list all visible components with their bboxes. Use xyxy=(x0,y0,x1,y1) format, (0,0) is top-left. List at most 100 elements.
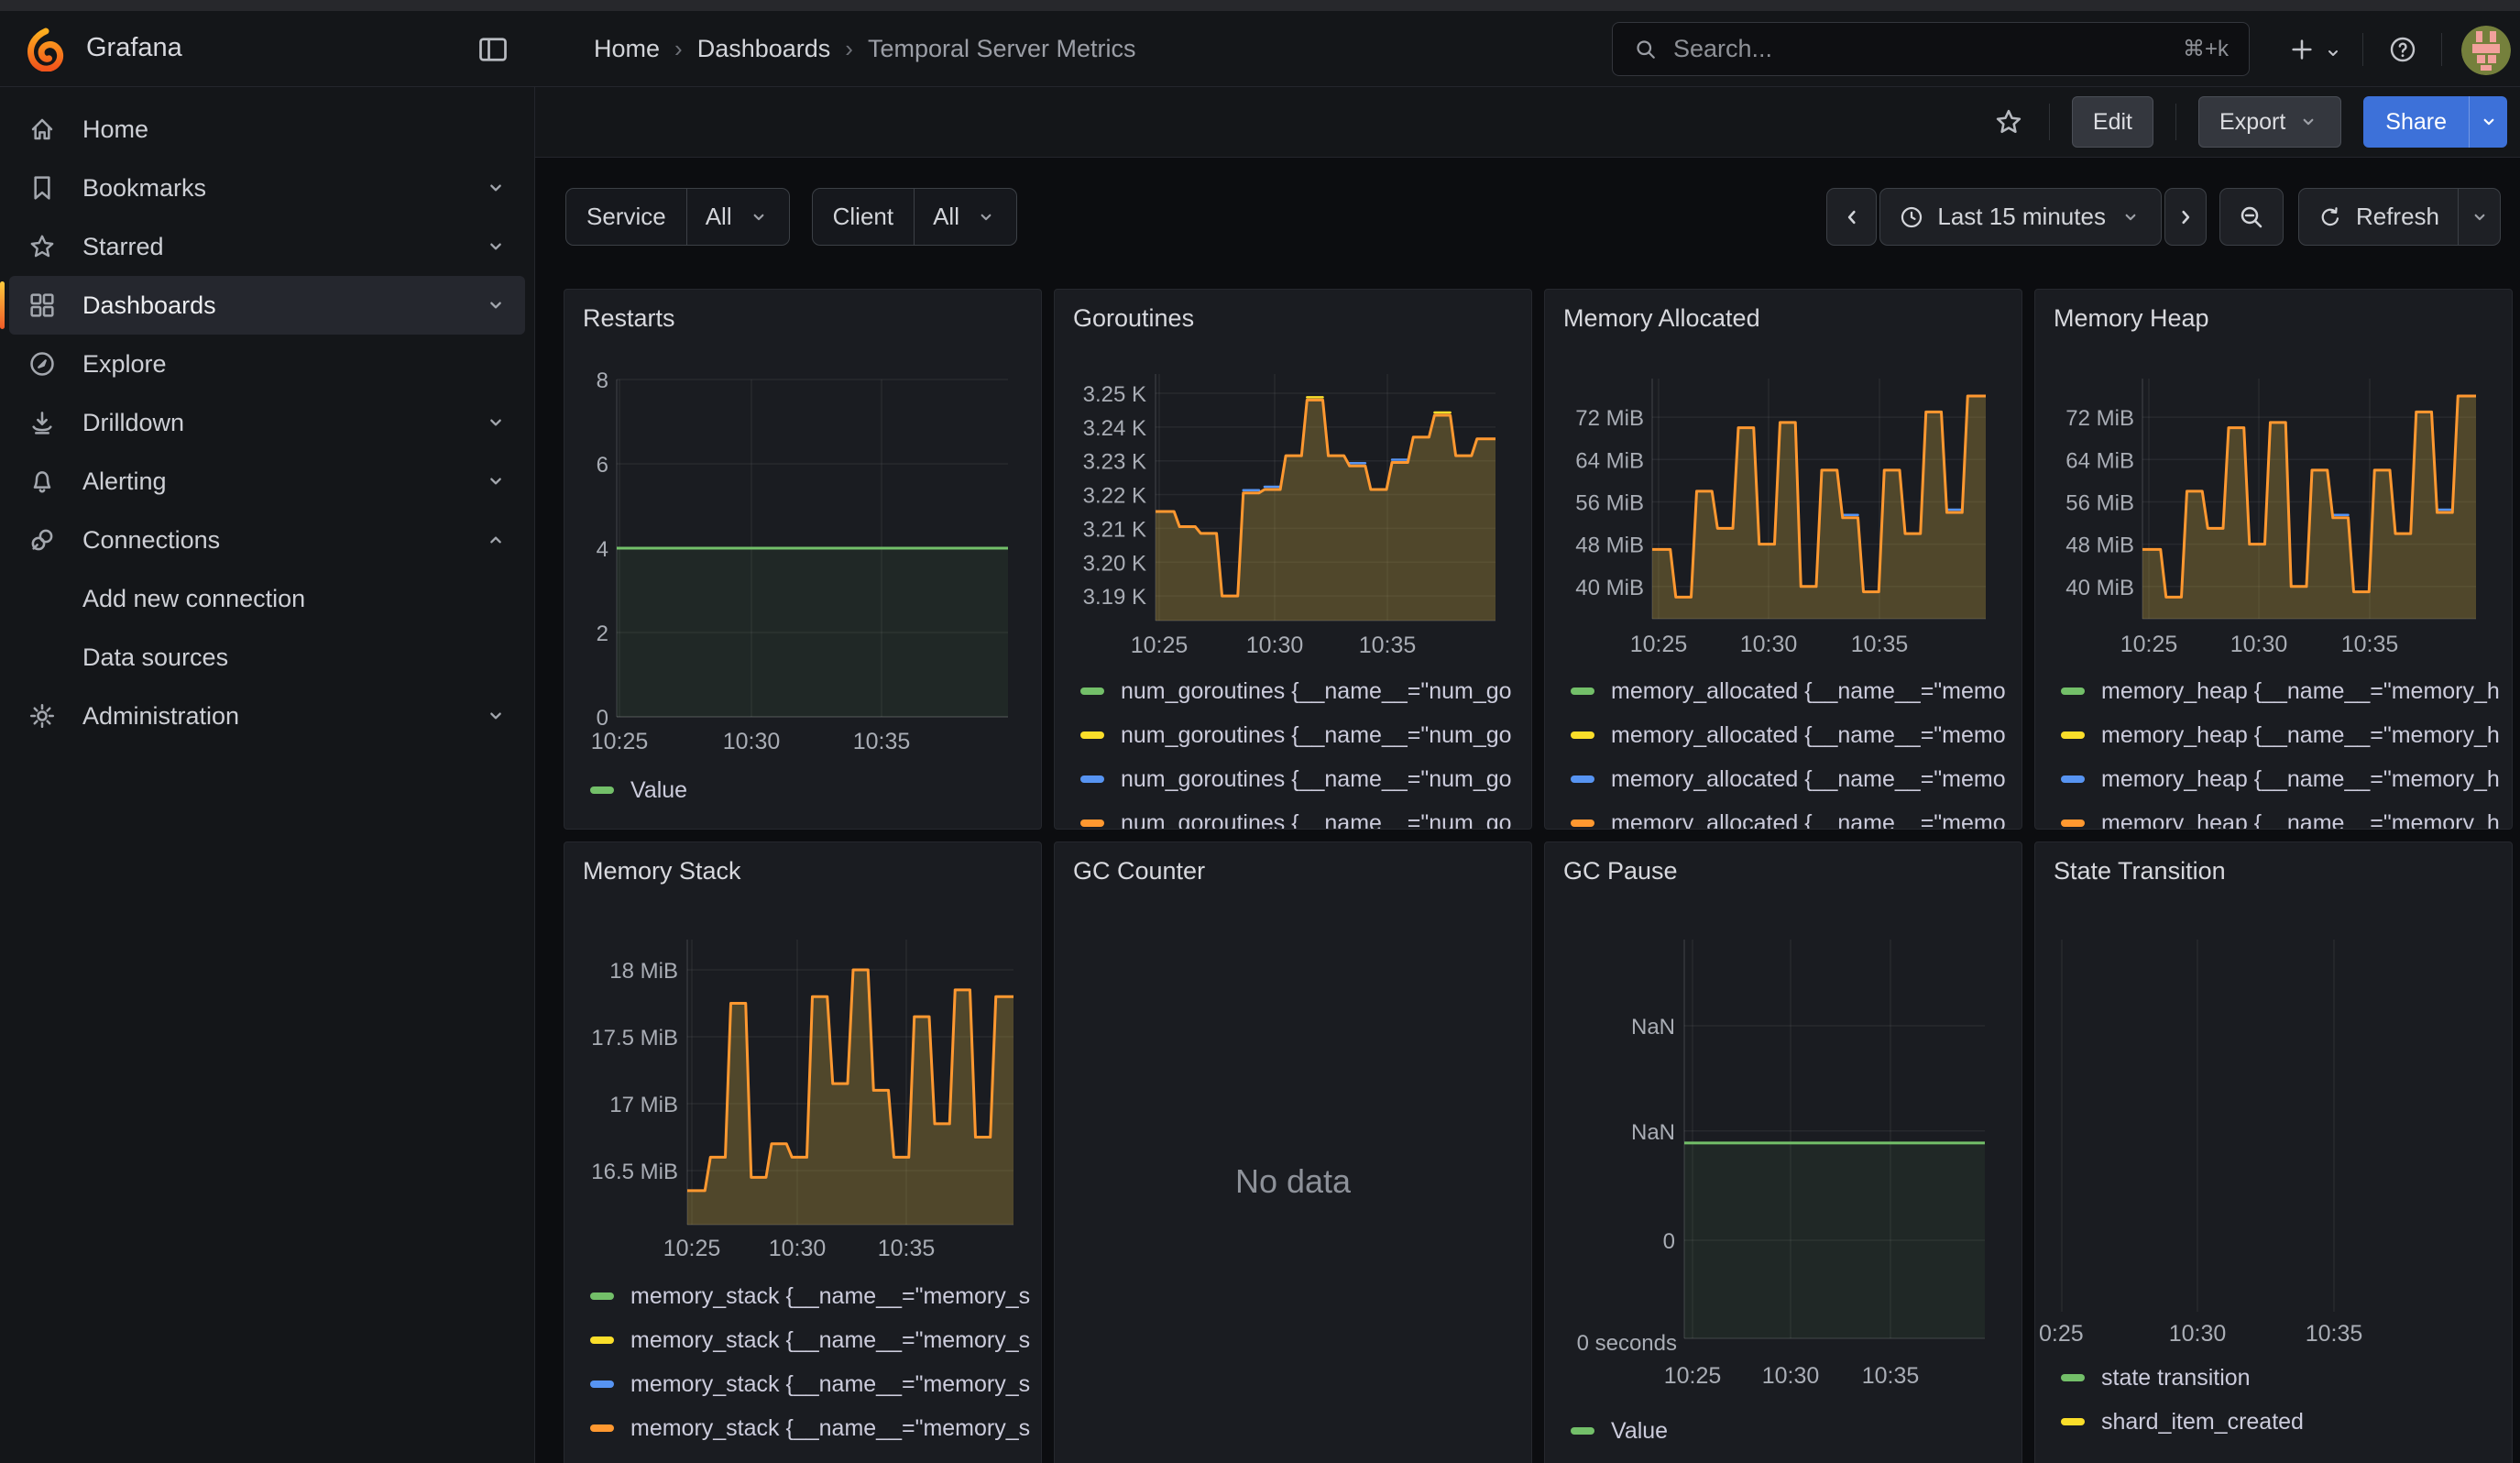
sidebar-item-home[interactable]: Home xyxy=(9,100,525,159)
svg-text:40 MiB: 40 MiB xyxy=(1575,576,1644,600)
legend-label[interactable]: Value xyxy=(630,777,687,804)
legend-marker-icon xyxy=(1080,732,1104,739)
legend-item[interactable]: state transition xyxy=(2061,1356,2506,1400)
legend-item[interactable]: shard_item_created xyxy=(2061,1400,2506,1444)
panel-title[interactable]: GC Counter xyxy=(1073,857,1205,886)
share-menu-button[interactable] xyxy=(2469,96,2507,148)
chevron-down-icon xyxy=(483,703,509,729)
time-range-picker[interactable]: Last 15 minutes xyxy=(1879,188,2162,246)
legend-label[interactable]: memory_allocated {__name__="memo xyxy=(1611,678,2006,705)
svg-text:3.24 K: 3.24 K xyxy=(1083,416,1146,441)
legend-label[interactable]: memory_stack {__name__="memory_s xyxy=(630,1283,1030,1310)
apps-icon xyxy=(27,291,57,320)
legend-item[interactable]: Value xyxy=(1571,1409,2016,1453)
legend-label[interactable]: state transition xyxy=(2101,1365,2251,1392)
sidebar-item-connections[interactable]: Connections xyxy=(9,511,525,569)
legend-label[interactable]: num_goroutines {__name__="num_go xyxy=(1121,810,1512,830)
edit-button[interactable]: Edit xyxy=(2072,96,2153,148)
legend: Value xyxy=(1571,1409,2016,1453)
sidebar-toggle-icon[interactable] xyxy=(477,33,509,66)
svg-text:48 MiB: 48 MiB xyxy=(2065,534,2134,558)
time-shift-forward-button[interactable] xyxy=(2164,188,2207,246)
add-chevron-down-icon[interactable] xyxy=(2322,38,2344,68)
search-box[interactable]: ⌘+k xyxy=(1612,22,2250,76)
export-button[interactable]: Export xyxy=(2198,96,2341,148)
panel-title[interactable]: Memory Allocated xyxy=(1563,304,1760,333)
sidebar-item-drilldown[interactable]: Drilldown xyxy=(9,393,525,452)
panel-title[interactable]: State Transition xyxy=(2054,857,2226,886)
svg-text:0:25: 0:25 xyxy=(2039,1321,2084,1347)
breadcrumb-home[interactable]: Home xyxy=(594,35,660,63)
legend-item[interactable]: memory_stack {__name__="memory_s xyxy=(590,1362,1035,1406)
legend-item[interactable]: memory_allocated {__name__="memo xyxy=(1571,757,2016,801)
help-icon[interactable] xyxy=(2388,35,2417,64)
sidebar-item-explore[interactable]: Explore xyxy=(9,335,525,393)
zoom-out-button[interactable] xyxy=(2219,188,2284,246)
share-split-button: Share xyxy=(2363,96,2507,148)
panel-title[interactable]: Restarts xyxy=(583,304,675,333)
legend-label[interactable]: memory_heap {__name__="memory_h xyxy=(2101,766,2500,793)
legend-label[interactable]: memory_stack {__name__="memory_s xyxy=(630,1327,1030,1354)
legend-item[interactable]: num_goroutines {__name__="num_go xyxy=(1080,757,1526,801)
legend-label[interactable]: num_goroutines {__name__="num_go xyxy=(1121,722,1512,749)
panel-title[interactable]: Goroutines xyxy=(1073,304,1194,333)
legend-label[interactable]: memory_heap {__name__="memory_h xyxy=(2101,678,2500,705)
refresh-button[interactable]: Refresh xyxy=(2299,189,2458,245)
sidebar-item-alerting[interactable]: Alerting xyxy=(9,452,525,511)
sidebar-item-data-sources[interactable]: Data sources xyxy=(9,628,525,687)
legend-item[interactable]: memory_stack {__name__="memory_s xyxy=(590,1274,1035,1318)
legend-label[interactable]: shard_item_created xyxy=(2101,1409,2304,1436)
add-icon[interactable] xyxy=(2287,35,2317,64)
legend-label[interactable]: num_goroutines {__name__="num_go xyxy=(1121,766,1512,793)
chevron-down-icon xyxy=(483,410,509,435)
sidebar-item-dashboards[interactable]: Dashboards xyxy=(9,276,525,335)
legend-item[interactable]: num_goroutines {__name__="num_go xyxy=(1080,669,1526,713)
legend-item[interactable]: memory_heap {__name__="memory_h xyxy=(2061,713,2506,757)
legend-label[interactable]: memory_allocated {__name__="memo xyxy=(1611,810,2006,830)
refresh-interval-button[interactable] xyxy=(2458,189,2500,245)
chart-restarts[interactable]: 8642010:2510:3010:35 xyxy=(564,290,1041,830)
legend-item[interactable]: memory_stack {__name__="memory_s xyxy=(590,1318,1035,1362)
legend-label[interactable]: memory_stack {__name__="memory_s xyxy=(630,1371,1030,1398)
legend-item[interactable]: num_goroutines {__name__="num_go xyxy=(1080,801,1526,830)
breadcrumb-dashboards[interactable]: Dashboards xyxy=(697,35,831,63)
legend-label[interactable]: memory_stack {__name__="memory_s xyxy=(630,1415,1030,1442)
app-name[interactable]: Grafana xyxy=(86,33,182,63)
svg-text:10:25: 10:25 xyxy=(591,729,649,754)
legend-label[interactable]: Value xyxy=(1611,1418,1668,1445)
panel-title[interactable]: GC Pause xyxy=(1563,857,1678,886)
legend-item[interactable]: Value xyxy=(590,770,1035,810)
favorite-star-button[interactable] xyxy=(1990,104,2027,140)
chart-gc_pause[interactable]: NaNNaN00 seconds10:2510:3010:35 xyxy=(1545,842,2021,1463)
sidebar-nav: HomeBookmarksStarredDashboardsExploreDri… xyxy=(0,87,535,1463)
time-shift-back-button[interactable] xyxy=(1826,188,1877,246)
sidebar-item-starred[interactable]: Starred xyxy=(9,217,525,276)
sidebar-item-add-new-connection[interactable]: Add new connection xyxy=(9,569,525,628)
legend-label[interactable]: memory_heap {__name__="memory_h xyxy=(2101,810,2500,830)
legend-item[interactable]: num_goroutines {__name__="num_go xyxy=(1080,713,1526,757)
legend-item[interactable]: memory_heap {__name__="memory_h xyxy=(2061,801,2506,830)
avatar[interactable] xyxy=(2461,26,2511,75)
share-button[interactable]: Share xyxy=(2363,96,2469,148)
search-input[interactable] xyxy=(1673,35,2168,63)
sidebar-item-bookmarks[interactable]: Bookmarks xyxy=(9,159,525,217)
svg-text:3.23 K: 3.23 K xyxy=(1083,450,1146,475)
legend-item[interactable]: memory_allocated {__name__="memo xyxy=(1571,801,2016,830)
legend-label[interactable]: memory_heap {__name__="memory_h xyxy=(2101,722,2500,749)
legend-item[interactable]: memory_heap {__name__="memory_h xyxy=(2061,669,2506,713)
legend-label[interactable]: memory_allocated {__name__="memo xyxy=(1611,766,2006,793)
legend-item[interactable]: memory_heap {__name__="memory_h xyxy=(2061,757,2506,801)
sidebar-item-label: Data sources xyxy=(82,644,228,672)
panel-title[interactable]: Memory Heap xyxy=(2054,304,2209,333)
bell-icon xyxy=(27,467,57,496)
filter-client-select[interactable]: All xyxy=(914,189,1016,245)
legend-label[interactable]: memory_allocated {__name__="memo xyxy=(1611,722,2006,749)
sidebar-item-administration[interactable]: Administration xyxy=(9,687,525,745)
panel-title[interactable]: Memory Stack xyxy=(583,857,741,886)
legend-item[interactable]: memory_allocated {__name__="memo xyxy=(1571,713,2016,757)
legend-item[interactable]: memory_allocated {__name__="memo xyxy=(1571,669,2016,713)
legend-item[interactable]: memory_stack {__name__="memory_s xyxy=(590,1406,1035,1450)
legend-marker-icon xyxy=(1080,688,1104,695)
filter-service-select[interactable]: All xyxy=(686,189,789,245)
legend-label[interactable]: num_goroutines {__name__="num_go xyxy=(1121,678,1512,705)
